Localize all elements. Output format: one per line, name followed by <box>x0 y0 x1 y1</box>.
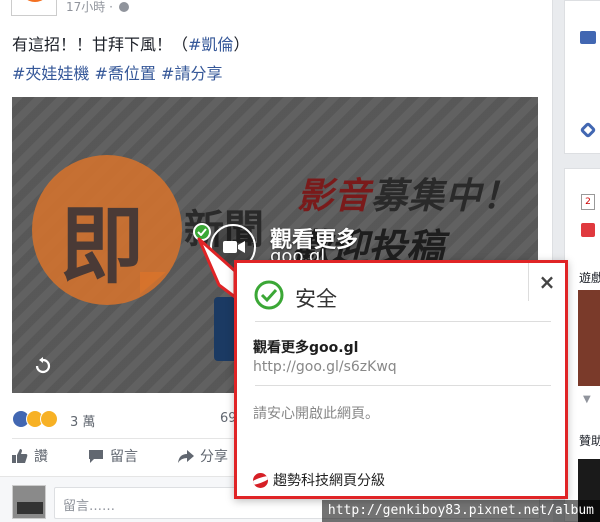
post-hashtags: #夾娃娃機 #喬位置 #請分享 <box>12 64 222 84</box>
rail-games-label[interactable]: 遊戲 <box>579 269 600 286</box>
popup-divider <box>255 385 551 386</box>
trend-micro-logo-icon <box>253 473 268 488</box>
post-timestamp[interactable]: 17小時 · <box>66 0 129 14</box>
popup-footer[interactable]: 趨勢科技網頁分級 <box>253 470 385 490</box>
hashtag-link[interactable]: #夾娃娃機 <box>12 64 89 83</box>
rail-card-feed: 2 遊戲 ▼ 贊助 <box>564 168 600 522</box>
popup-title: 安全 <box>295 287 337 311</box>
close-button[interactable]: × <box>528 263 565 301</box>
popup-header: 安全 × <box>237 263 565 319</box>
video-link-url[interactable]: goo.gl <box>270 246 325 260</box>
share-arrow-icon <box>178 450 194 463</box>
comment-button[interactable]: 留言 <box>88 448 138 466</box>
page-logo-icon <box>20 0 50 2</box>
haha-reaction-icon <box>40 410 58 428</box>
safe-check-icon <box>254 280 284 310</box>
popup-pointer-arrow <box>197 237 237 299</box>
rail-card-tools <box>564 0 600 154</box>
gift-icon[interactable] <box>581 223 595 237</box>
thumbs-up-icon <box>12 449 28 463</box>
chat-icon[interactable] <box>580 31 596 44</box>
popup-safety-message: 請安心開啟此網頁。 <box>253 406 379 422</box>
link-icon[interactable] <box>579 121 597 139</box>
hashtag-link[interactable]: #凱倫 <box>188 35 233 54</box>
right-rail: 2 遊戲 ▼ 贊助 <box>564 0 600 522</box>
like-button[interactable]: 讚 <box>12 448 48 466</box>
rail-sponsored-label: 贊助 <box>579 434 600 448</box>
hashtag-link[interactable]: #喬位置 <box>95 64 156 83</box>
popup-link-title: 觀看更多goo.gl <box>253 340 359 356</box>
comment-bubble-icon <box>89 450 103 463</box>
replay-icon[interactable] <box>34 357 52 375</box>
safety-rating-popup: 安全 × 觀看更多goo.gl http://goo.gl/s6zKwq 請安心… <box>234 260 568 499</box>
popup-divider <box>255 321 551 322</box>
page-avatar[interactable] <box>11 0 57 16</box>
share-button[interactable]: 分享 <box>178 448 228 466</box>
calendar-icon[interactable]: 2 <box>581 194 595 210</box>
video-logo-character: 即 <box>60 196 145 295</box>
video-banner-title: 影音募集中！ <box>297 176 520 217</box>
popup-link-url[interactable]: http://goo.gl/s6zKwq <box>253 359 397 375</box>
globe-icon <box>118 2 129 12</box>
game-thumbnail[interactable] <box>578 290 600 386</box>
hashtag-link[interactable]: #請分享 <box>161 64 222 83</box>
chevron-down-icon[interactable]: ▼ <box>583 394 591 405</box>
post-text: 有這招！！甘拜下風！（#凱倫） <box>12 35 250 54</box>
watermark: http://genkiboy83.pixnet.net/album <box>321 500 600 522</box>
reaction-count: 3 萬 <box>70 415 96 430</box>
user-avatar[interactable] <box>12 485 46 519</box>
